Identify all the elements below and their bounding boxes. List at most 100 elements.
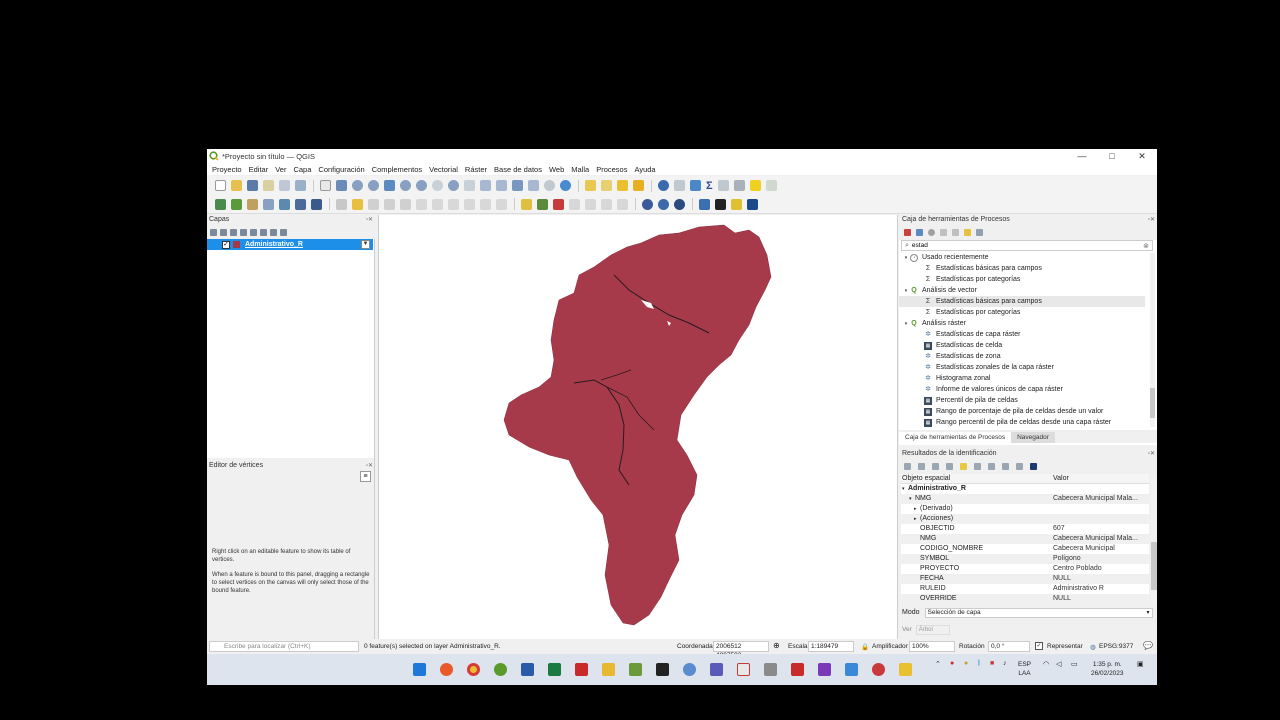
zoom-selection-icon[interactable] <box>400 180 411 191</box>
gis-app-icon[interactable] <box>629 663 642 676</box>
tree-group-raster-analysis[interactable]: ▾ Q Análisis ráster <box>899 318 1145 329</box>
measure-icon[interactable] <box>717 180 729 191</box>
scripts-icon[interactable] <box>916 229 923 236</box>
identify-row[interactable]: ▸ (Acciones) <box>901 514 1149 524</box>
select-by-value-icon[interactable] <box>601 180 612 191</box>
plugin-four-icon[interactable] <box>715 198 726 210</box>
minimize-button[interactable]: — <box>1067 149 1097 163</box>
tree-item[interactable]: ✲ Estadísticas de zona <box>899 351 1145 362</box>
excel-icon[interactable] <box>548 663 561 676</box>
identify-row[interactable]: SYMBOL Polígono <box>901 554 1149 564</box>
pin-labels-icon[interactable] <box>553 198 564 210</box>
menu-capa[interactable]: Capa <box>293 165 311 174</box>
tree-item[interactable]: ✲ Informe de valores únicos de capa rást… <box>899 384 1145 395</box>
delete-selected-icon[interactable] <box>416 198 427 210</box>
processing-toolbox-icon[interactable] <box>690 180 701 191</box>
chrome-icon[interactable] <box>467 663 480 676</box>
annotation-icon[interactable] <box>765 180 777 191</box>
scroll-thumb[interactable] <box>1151 542 1157 590</box>
edit-features-icon[interactable] <box>952 229 959 236</box>
tree-item[interactable]: Σ Estadísticas por categorías <box>899 274 1145 285</box>
select-features-icon[interactable] <box>585 180 596 191</box>
tree-item[interactable]: ▦ Estadísticas de celda <box>899 340 1145 351</box>
collapse-arrow-icon[interactable]: ▾ <box>902 255 910 261</box>
filter-expression-icon[interactable] <box>250 228 257 236</box>
add-vector-layer-icon[interactable] <box>231 198 242 210</box>
zoom-native-icon[interactable] <box>432 180 443 191</box>
tree-item[interactable]: ✲ Histograma zonal <box>899 373 1145 384</box>
notes-app-icon[interactable] <box>656 663 669 676</box>
zoom-last-icon[interactable] <box>448 180 459 191</box>
map-tips-icon[interactable] <box>749 180 761 191</box>
processing-search-input[interactable] <box>911 242 1112 249</box>
open-styling-icon[interactable] <box>210 228 217 236</box>
pan-to-selection-icon[interactable] <box>336 180 347 191</box>
digitize-icon[interactable] <box>384 198 395 210</box>
statistics-sigma-icon[interactable]: Σ <box>706 180 713 192</box>
collapse-arrow-icon[interactable]: ▾ <box>902 288 910 294</box>
identify-row[interactable]: RULEID Administrativo R <box>901 584 1149 594</box>
tray-app-icon[interactable]: ● <box>950 660 954 667</box>
tree-item[interactable]: ✲ Estadísticas de capa ráster <box>899 329 1145 340</box>
panel-close-icon[interactable]: ▫✕ <box>1148 450 1155 457</box>
tree-item-selected[interactable]: Σ Estadísticas básicas para campos <box>899 296 1145 307</box>
tree-item[interactable]: ▦ Rango percentil de pila de celdas desd… <box>899 417 1145 427</box>
plugin-five-icon[interactable] <box>731 198 742 210</box>
crs-toggle-icon[interactable]: ⊕ <box>773 641 780 650</box>
acrobat-icon[interactable] <box>575 663 588 676</box>
language-indicator[interactable]: ESP LAA <box>1018 660 1031 678</box>
help-icon[interactable] <box>1030 462 1037 470</box>
add-spatialite-icon[interactable] <box>279 198 290 210</box>
panel-close-icon[interactable]: ▫✕ <box>366 216 373 223</box>
system-clock[interactable]: 1:35 p. m. 26/02/2023 <box>1091 660 1124 678</box>
menu-base-de-datos[interactable]: Base de datos <box>494 165 542 174</box>
identify-row[interactable]: FECHA NULL <box>901 574 1149 584</box>
tree-item[interactable]: ✲ Estadísticas zonales de la capa ráster <box>899 362 1145 373</box>
tray-chevron-icon[interactable]: ⌃ <box>935 660 941 668</box>
identify-row[interactable]: NMG Cabecera Municipal Mala... <box>901 534 1149 544</box>
layer-visibility-checkbox[interactable]: ✓ <box>222 240 230 249</box>
open-project-icon[interactable] <box>231 180 242 191</box>
show-bookmarks-icon[interactable] <box>528 180 539 191</box>
tree-item[interactable]: Σ Estadísticas por categorías <box>899 307 1145 318</box>
add-delimited-icon[interactable] <box>263 198 274 210</box>
identify-scrollbar[interactable] <box>1151 474 1157 602</box>
menu-complementos[interactable]: Complementos <box>372 165 422 174</box>
zotero-icon[interactable] <box>791 663 804 676</box>
battery-icon[interactable]: ▭ <box>1071 660 1078 668</box>
python-console-icon[interactable] <box>699 198 710 210</box>
calendar-app-icon[interactable] <box>737 663 750 676</box>
vertex-tool-icon[interactable] <box>400 198 411 210</box>
expand-tree-icon[interactable] <box>904 462 911 470</box>
crs-button[interactable]: EPSG:9377 <box>1099 643 1133 650</box>
expand-arrow-icon[interactable]: ▸ <box>914 506 917 512</box>
identify-options-icon[interactable] <box>1016 462 1023 470</box>
print-icon[interactable] <box>988 462 995 470</box>
lock-icon[interactable]: 🔒 <box>861 643 869 651</box>
locator-input[interactable]: Escribe para localizar (Ctrl+K) <box>209 641 359 652</box>
panel-close-icon[interactable]: ▫✕ <box>1148 216 1155 223</box>
expand-arrow-icon[interactable]: ▾ <box>909 496 912 502</box>
clear-search-icon[interactable]: ⊗ <box>1143 242 1149 250</box>
add-virtual-layer-icon[interactable] <box>311 198 322 210</box>
label-tool-icon[interactable] <box>521 198 532 210</box>
obs-icon[interactable] <box>872 663 885 676</box>
data-source-manager-icon[interactable] <box>215 198 226 210</box>
notifications-icon[interactable]: ▣ <box>1137 660 1144 668</box>
bluetooth-icon[interactable]: ᛒ <box>977 660 981 667</box>
collapse-arrow-icon[interactable]: ▾ <box>902 321 910 327</box>
clear-results-icon[interactable] <box>946 462 953 470</box>
select-location-icon[interactable] <box>633 180 644 191</box>
processing-scrollbar[interactable] <box>1150 253 1155 427</box>
models-icon[interactable] <box>904 229 911 236</box>
remove-layer-icon[interactable] <box>280 228 287 236</box>
pan-icon[interactable] <box>320 180 331 191</box>
usb-device-icon[interactable] <box>764 663 777 676</box>
change-label-icon[interactable] <box>617 198 628 210</box>
menu-ver[interactable]: Ver <box>275 165 286 174</box>
settings-icon[interactable] <box>976 229 983 236</box>
add-postgis-icon[interactable] <box>295 198 306 210</box>
results-viewer-icon[interactable] <box>940 229 947 236</box>
tray-cloud-icon[interactable]: ● <box>964 660 968 667</box>
render-checkbox[interactable]: ✓ <box>1035 642 1043 650</box>
